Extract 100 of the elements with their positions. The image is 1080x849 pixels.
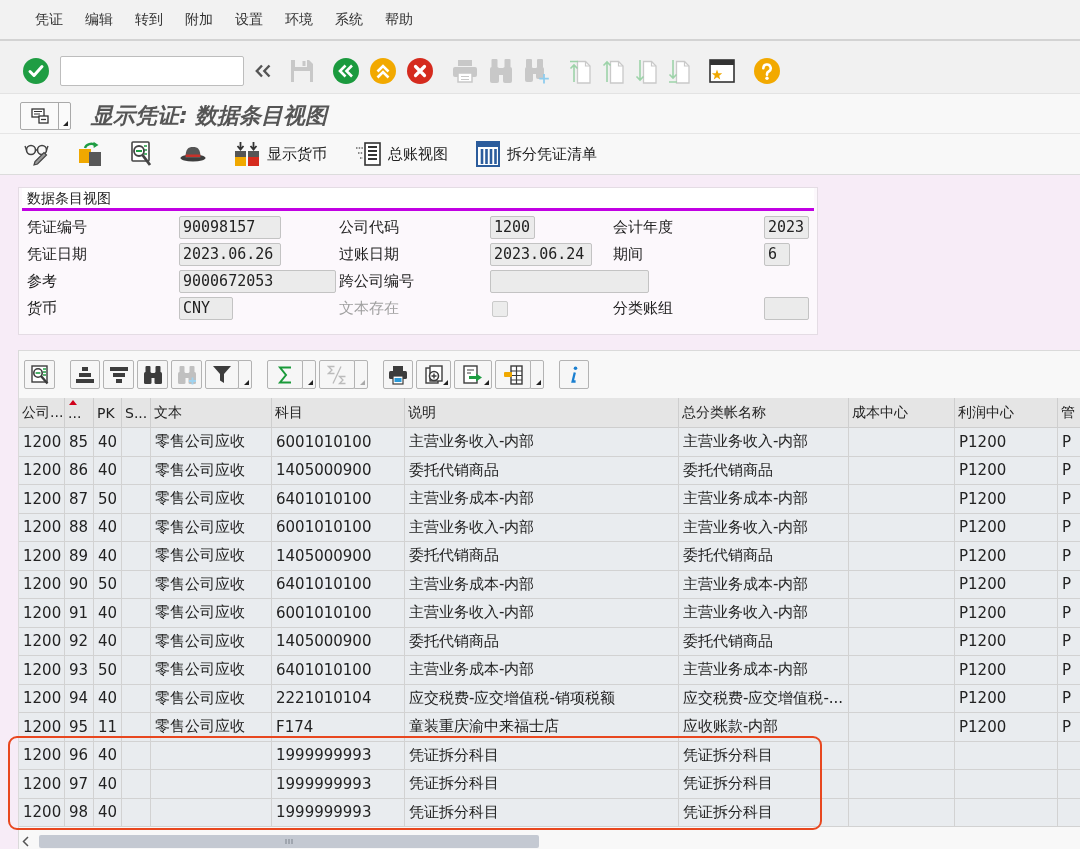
- table-cell: P: [1058, 456, 1080, 485]
- table-cell: 50: [94, 656, 122, 685]
- column-header[interactable]: 成本中心: [849, 398, 955, 428]
- table-cell: [122, 684, 151, 713]
- scroll-left-icon[interactable]: [22, 836, 29, 847]
- menu-item[interactable]: 环境: [285, 10, 313, 29]
- table-cell: P1200: [955, 713, 1058, 742]
- menu-item[interactable]: 附加: [185, 10, 213, 29]
- toolbar-button[interactable]: 显示货币: [234, 141, 327, 167]
- table-cell: 1200: [19, 656, 65, 685]
- field-label: 跨公司编号: [339, 272, 414, 291]
- column-header[interactable]: 科目: [272, 398, 405, 428]
- table-cell: P1200: [955, 428, 1058, 457]
- table-cell: 40: [94, 741, 122, 770]
- menu-button[interactable]: [20, 101, 71, 130]
- table-cell: 1200: [19, 542, 65, 571]
- table-cell: 1999999993: [272, 770, 405, 799]
- table-cell: 主营业务收入-内部: [679, 513, 849, 542]
- input-field[interactable]: 1200: [490, 216, 535, 239]
- document-swap-icon[interactable]: [78, 141, 102, 167]
- table-cell: 6001010100: [272, 428, 405, 457]
- sort-descending-button[interactable]: [103, 360, 134, 389]
- input-field[interactable]: 9000672053: [179, 270, 336, 293]
- column-header[interactable]: 管: [1058, 398, 1080, 428]
- input-field[interactable]: 2023.06.24: [490, 243, 592, 266]
- table-cell: 97: [65, 770, 94, 799]
- back-icon[interactable]: [333, 57, 359, 84]
- table-cell: 88: [65, 513, 94, 542]
- toolbar-button[interactable]: 总账视图: [355, 142, 448, 166]
- scrollbar-thumb[interactable]: [39, 835, 539, 848]
- menu-item[interactable]: 凭证: [35, 10, 63, 29]
- table-cell: 1200: [19, 513, 65, 542]
- table-cell: 1999999993: [272, 741, 405, 770]
- table-cell: 主营业务成本-内部: [405, 570, 679, 599]
- table-cell: [122, 570, 151, 599]
- print-button[interactable]: [383, 360, 413, 389]
- menu-item[interactable]: 编辑: [85, 10, 113, 29]
- table-cell: [122, 428, 151, 457]
- table-cell: 96: [65, 741, 94, 770]
- column-header[interactable]: 说明: [405, 398, 679, 428]
- table-cell: 2221010104: [272, 684, 405, 713]
- details-button[interactable]: [24, 360, 55, 389]
- toolbar-button[interactable]: 拆分凭证清单: [476, 141, 597, 167]
- double-chevron-up-icon[interactable]: [370, 57, 396, 84]
- column-header[interactable]: 文本: [151, 398, 272, 428]
- table-cell: 委托代销商品: [405, 456, 679, 485]
- table-cell: P: [1058, 713, 1080, 742]
- table-cell: [122, 599, 151, 628]
- table-cell: 86: [65, 456, 94, 485]
- menu-item[interactable]: 系统: [335, 10, 363, 29]
- input-field[interactable]: 2023.06.26: [179, 243, 281, 266]
- export-button[interactable]: [454, 360, 492, 389]
- menu-item[interactable]: 转到: [135, 10, 163, 29]
- table-cell: 87: [65, 485, 94, 514]
- menu-item[interactable]: 设置: [235, 10, 263, 29]
- sort-ascending-icon: [75, 365, 95, 384]
- column-header[interactable]: 公司...: [19, 398, 65, 428]
- table-cell: 主营业务成本-内部: [405, 656, 679, 685]
- table-cell: 1200: [19, 428, 65, 457]
- table-cell: 91: [65, 599, 94, 628]
- input-field[interactable]: 6: [764, 243, 790, 266]
- table-cell: P1200: [955, 684, 1058, 713]
- sort-icon: [69, 400, 77, 405]
- layout-button[interactable]: [495, 360, 531, 389]
- table-cell: [122, 770, 151, 799]
- page-title: 显示凭证: 数据条目视图: [91, 101, 328, 130]
- list-document-icon: [355, 142, 381, 166]
- column-header[interactable]: S...: [122, 398, 151, 428]
- table-cell: 50: [94, 570, 122, 599]
- input-field[interactable]: 90098157: [179, 216, 281, 239]
- column-header[interactable]: PK: [94, 398, 122, 428]
- input-field[interactable]: 2023: [764, 216, 809, 239]
- find-button[interactable]: [137, 360, 168, 389]
- help-icon[interactable]: [754, 57, 780, 84]
- document-search-icon[interactable]: [130, 141, 152, 167]
- column-header[interactable]: ...: [65, 398, 94, 428]
- info-icon: [569, 366, 579, 383]
- input-field[interactable]: [490, 270, 649, 293]
- column-header[interactable]: 利润中心: [955, 398, 1058, 428]
- hat-icon[interactable]: [180, 146, 206, 162]
- filter-button[interactable]: [205, 360, 239, 389]
- sort-ascending-button[interactable]: [70, 360, 100, 389]
- table-cell: [122, 513, 151, 542]
- menu-item[interactable]: 帮助: [385, 10, 413, 29]
- table-cell: 零售公司应收: [151, 656, 272, 685]
- command-field[interactable]: [60, 55, 244, 86]
- table-cell: P: [1058, 542, 1080, 571]
- table-cell: 40: [94, 428, 122, 457]
- table-cell: 89: [65, 542, 94, 571]
- close-icon[interactable]: [407, 57, 433, 84]
- table-cell: P: [1058, 570, 1080, 599]
- input-field[interactable]: [764, 297, 809, 320]
- input-field[interactable]: CNY: [179, 297, 233, 320]
- check-icon[interactable]: [23, 57, 49, 84]
- info-button[interactable]: [559, 360, 589, 389]
- table-cell: 零售公司应收: [151, 684, 272, 713]
- column-header[interactable]: 总分类帐名称: [679, 398, 849, 428]
- views-button[interactable]: [416, 360, 451, 389]
- double-chevron-icon[interactable]: [255, 63, 271, 78]
- table-cell: 委托代销商品: [679, 627, 849, 656]
